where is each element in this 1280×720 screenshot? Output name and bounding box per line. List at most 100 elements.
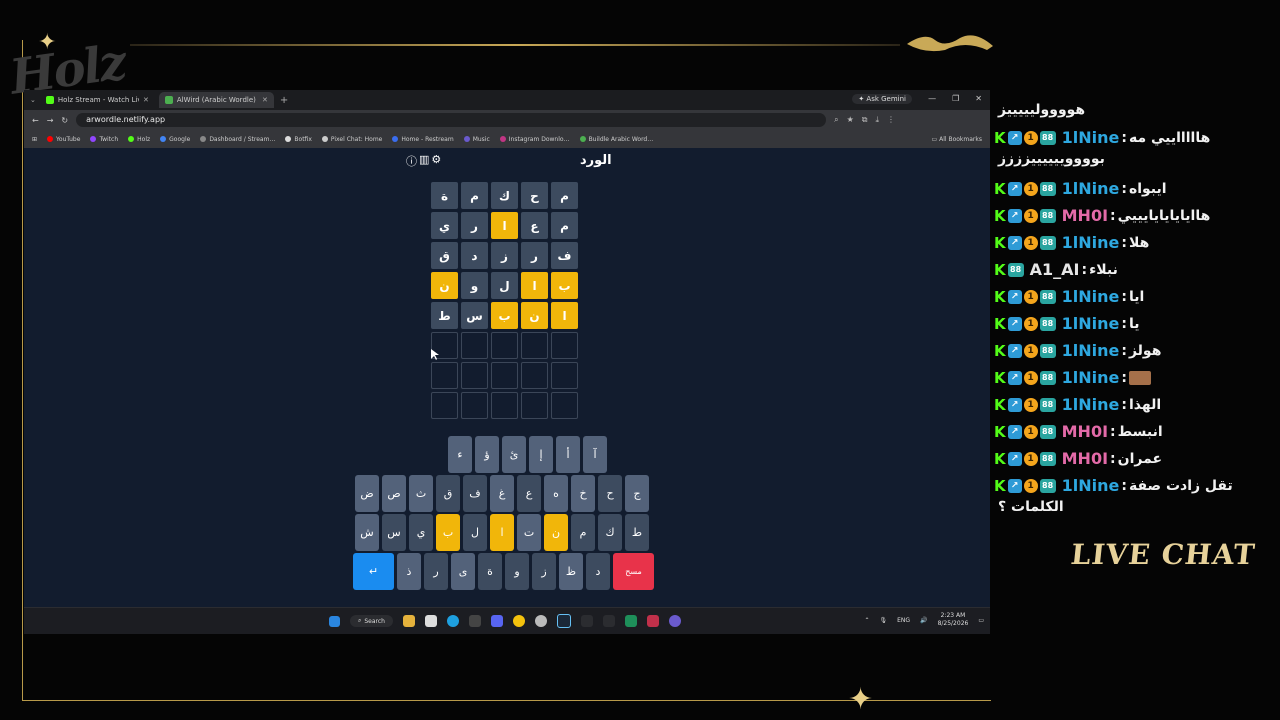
chat-username[interactable]: MH0I: [1062, 206, 1108, 225]
stats-icon[interactable]: ▥: [419, 153, 429, 169]
chevron-up-icon[interactable]: ⌃: [864, 617, 869, 624]
menu-icon[interactable]: ⋮: [887, 115, 895, 125]
bookmark-twitch[interactable]: Twitch: [90, 136, 118, 143]
bookmark-star-icon[interactable]: ★: [847, 115, 854, 125]
keyboard-key[interactable]: ي: [409, 514, 433, 551]
keyboard-key[interactable]: ب: [436, 514, 460, 551]
ask-gemini-button[interactable]: ✦ Ask Gemini: [852, 94, 912, 104]
bookmark-holz[interactable]: Holz: [128, 136, 150, 143]
chat-username[interactable]: A1_AI: [1030, 260, 1080, 279]
tab-search-icon[interactable]: ⌄: [30, 96, 36, 104]
all-bookmarks-button[interactable]: ▭ All Bookmarks: [932, 136, 982, 143]
bookmark-youtube[interactable]: YouTube: [47, 136, 80, 143]
keyboard-key[interactable]: إ: [529, 436, 553, 473]
keyboard-key[interactable]: ف: [463, 475, 487, 512]
keyboard-key[interactable]: ذ: [397, 553, 421, 590]
keyboard-key[interactable]: ع: [517, 475, 541, 512]
tab-alwird[interactable]: AlWird (Arabic Wordle) - الورد ✕: [158, 92, 274, 108]
keyboard-key[interactable]: ح: [598, 475, 622, 512]
keyboard-key[interactable]: ج: [625, 475, 649, 512]
bookmark-dashboard[interactable]: Dashboard / Stream…: [200, 136, 275, 143]
close-icon[interactable]: ✕: [262, 96, 268, 104]
keyboard-key[interactable]: س: [382, 514, 406, 551]
app-icon[interactable]: [581, 615, 593, 627]
keyboard-key[interactable]: ء: [448, 436, 472, 473]
chat-username[interactable]: 1lNine: [1062, 395, 1120, 414]
chat-username[interactable]: 1lNine: [1062, 314, 1120, 333]
reload-icon[interactable]: ↻: [61, 116, 68, 125]
obs-icon[interactable]: [535, 615, 547, 627]
language-indicator[interactable]: ENG: [897, 617, 910, 624]
settings-icon[interactable]: ⚙: [431, 153, 441, 169]
keyboard-key[interactable]: خ: [571, 475, 595, 512]
bookmark-instagram[interactable]: Instagram Downlo…: [499, 136, 570, 143]
keyboard-key[interactable]: آ: [583, 436, 607, 473]
forward-icon[interactable]: →: [47, 116, 54, 125]
keyboard-key[interactable]: ظ: [559, 553, 583, 590]
keyboard-key[interactable]: ا: [490, 514, 514, 551]
close-window-button[interactable]: ✕: [975, 94, 982, 103]
bookmark-google[interactable]: Google: [160, 136, 190, 143]
store-icon[interactable]: [425, 615, 437, 627]
chat-username[interactable]: 1lNine: [1062, 476, 1120, 495]
chrome-icon[interactable]: [513, 615, 525, 627]
keyboard-key[interactable]: غ: [490, 475, 514, 512]
bookmark-pixel-chat[interactable]: Pixel Chat: Home: [321, 136, 382, 143]
steam-icon[interactable]: [557, 614, 571, 628]
zoom-icon[interactable]: ⌕: [834, 115, 838, 125]
keyboard-key[interactable]: ن: [544, 514, 568, 551]
keyboard-key[interactable]: ط: [625, 514, 649, 551]
keyboard-key[interactable]: ئ: [502, 436, 526, 473]
maximize-button[interactable]: ❐: [952, 94, 959, 103]
keyboard-key[interactable]: ز: [532, 553, 556, 590]
keyboard-key[interactable]: ض: [355, 475, 379, 512]
volume-icon[interactable]: 🔊: [920, 617, 927, 624]
notifications-icon[interactable]: ▭: [978, 617, 984, 624]
keyboard-key[interactable]: م: [571, 514, 595, 551]
clock[interactable]: 2:23 AM 8/25/2026: [938, 612, 969, 628]
close-icon[interactable]: ✕: [143, 96, 149, 104]
keyboard-key[interactable]: د: [586, 553, 610, 590]
chat-username[interactable]: 1lNine: [1062, 179, 1120, 198]
chat-username[interactable]: 1lNine: [1062, 128, 1120, 147]
tab-holz-stream[interactable]: Holz Stream - Watch Live on Ki… ✕: [40, 92, 155, 108]
app-icon[interactable]: [647, 615, 659, 627]
start-icon[interactable]: [329, 615, 340, 627]
bookmark-buildle[interactable]: Buildle Arabic Word…: [579, 136, 653, 143]
microphone-icon[interactable]: 🎙: [880, 617, 888, 624]
keyboard-key[interactable]: ؤ: [475, 436, 499, 473]
bookmark-botfix[interactable]: Botfix: [285, 136, 312, 143]
taskbar-search[interactable]: ⌕ Search: [350, 615, 393, 627]
new-tab-button[interactable]: +: [280, 95, 288, 106]
chat-username[interactable]: 1lNine: [1062, 233, 1120, 252]
keyboard-key[interactable]: ل: [463, 514, 487, 551]
download-icon[interactable]: ⤓: [875, 115, 879, 125]
keyboard-key[interactable]: ك: [598, 514, 622, 551]
keyboard-key[interactable]: ة: [478, 553, 502, 590]
keyboard-key[interactable]: ث: [409, 475, 433, 512]
chat-username[interactable]: 1lNine: [1062, 341, 1120, 360]
app-icon[interactable]: [625, 615, 637, 627]
keyboard-key[interactable]: أ: [556, 436, 580, 473]
app-icon[interactable]: [669, 615, 681, 627]
epic-games-icon[interactable]: [469, 615, 481, 627]
bookmark-restream[interactable]: Home - Restream: [392, 136, 454, 143]
keyboard-key[interactable]: ص: [382, 475, 406, 512]
delete-key[interactable]: مسح: [613, 553, 654, 590]
help-icon[interactable]: ⓘ: [406, 153, 417, 169]
apps-icon[interactable]: ⊞: [32, 136, 37, 143]
url-field[interactable]: arwordle.netlify.app: [76, 113, 827, 127]
extensions-icon[interactable]: ⧉: [862, 115, 868, 125]
back-icon[interactable]: ←: [32, 116, 39, 125]
chat-username[interactable]: 1lNine: [1062, 368, 1120, 387]
keyboard-key[interactable]: ر: [424, 553, 448, 590]
chat-username[interactable]: 1lNine: [1062, 287, 1120, 306]
keyboard-key[interactable]: و: [505, 553, 529, 590]
bookmark-music[interactable]: Music: [463, 136, 490, 143]
enter-key[interactable]: ↵: [353, 553, 394, 590]
keyboard-key[interactable]: ه: [544, 475, 568, 512]
chat-username[interactable]: MH0I: [1062, 449, 1108, 468]
app-icon[interactable]: [603, 615, 615, 627]
file-explorer-icon[interactable]: [403, 615, 415, 627]
keyboard-key[interactable]: ى: [451, 553, 475, 590]
